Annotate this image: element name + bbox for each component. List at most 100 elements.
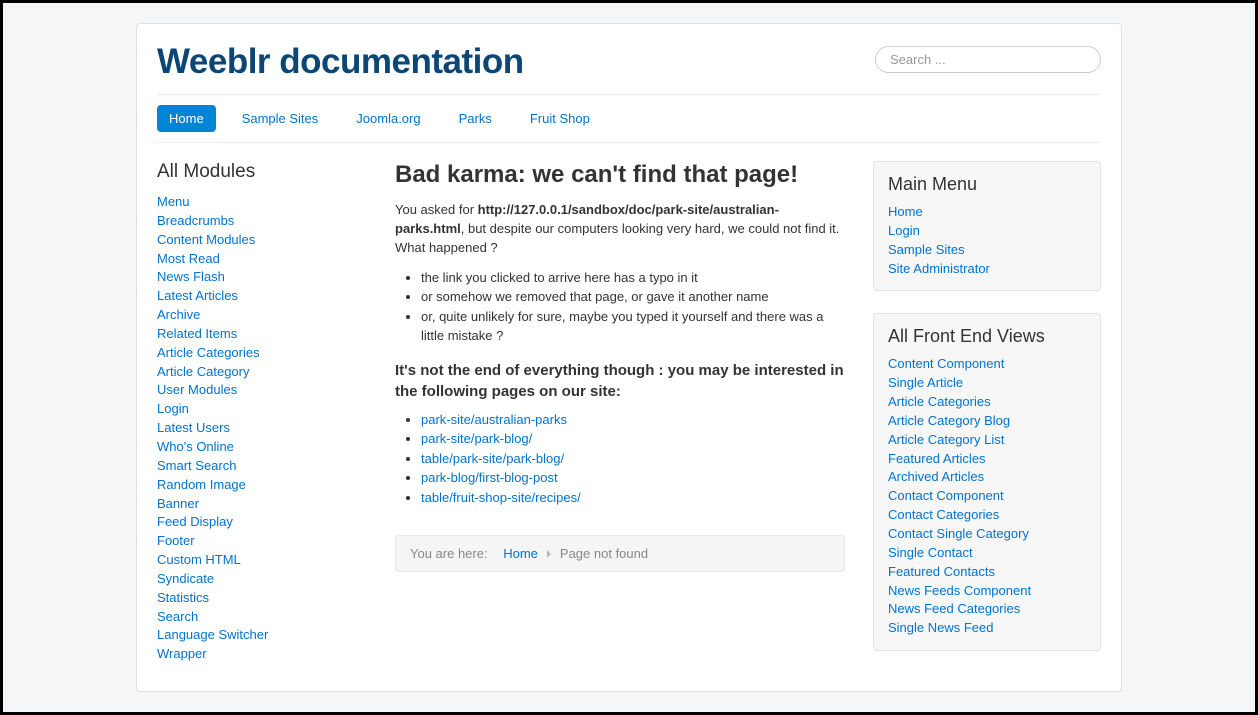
module-link[interactable]: Article Category [157,364,249,379]
reasons-list: the link you clicked to arrive here has … [421,268,845,346]
module-link[interactable]: Custom HTML [157,552,241,567]
list-item: Menu [157,193,367,212]
module-link[interactable]: Random Image [157,477,246,492]
reason-item: or somehow we removed that page, or gave… [421,287,845,307]
list-item: Language Switcher [157,626,367,645]
module-link[interactable]: Content Modules [157,232,255,247]
module-link[interactable]: Wrapper [157,646,207,661]
list-item: park-site/park-blog/ [421,429,845,449]
menu-link[interactable]: Site Administrator [888,261,990,276]
list-item: Sample Sites [888,241,1086,260]
nav-item-parks[interactable]: Parks [447,105,504,132]
module-link[interactable]: Related Items [157,326,237,341]
module-link[interactable]: Most Read [157,251,220,266]
search-box [875,46,1101,73]
module-link[interactable]: Login [157,401,189,416]
all-modules-list: Menu Breadcrumbs Content Modules Most Read N… [157,193,367,664]
suggested-link[interactable]: table/fruit-shop-site/recipes/ [421,490,581,505]
module-link[interactable]: Banner [157,496,199,511]
view-link[interactable]: Single Contact [888,545,973,560]
list-item: Article Category Blog [888,412,1086,431]
list-item: Content Component [888,355,1086,374]
view-link[interactable]: Archived Articles [888,469,984,484]
module-link[interactable]: Statistics [157,590,209,605]
list-item: Content Modules [157,231,367,250]
view-link[interactable]: Single News Feed [888,620,994,635]
module-link[interactable]: Feed Display [157,514,233,529]
nav-item-fruit-shop[interactable]: Fruit Shop [518,105,602,132]
module-link[interactable]: Smart Search [157,458,236,473]
suggested-link[interactable]: park-blog/first-blog-post [421,470,558,485]
view-link[interactable]: Featured Articles [888,451,986,466]
list-item: Article Categories [157,344,367,363]
list-item: table/park-site/park-blog/ [421,449,845,469]
list-item: Wrapper [157,645,367,664]
view-link[interactable]: Contact Component [888,488,1004,503]
chevron-right-icon [547,550,551,558]
module-link[interactable]: Archive [157,307,200,322]
list-item: Single Article [888,374,1086,393]
breadcrumb: You are here: Home Page not found [395,535,845,572]
list-item: Search [157,608,367,627]
list-item: Login [157,400,367,419]
list-item: Latest Articles [157,287,367,306]
module-link[interactable]: User Modules [157,382,237,397]
view-link[interactable]: Article Category Blog [888,413,1010,428]
menu-link[interactable]: Sample Sites [888,242,965,257]
list-item: News Feed Categories [888,600,1086,619]
module-link[interactable]: Language Switcher [157,627,268,642]
module-link[interactable]: News Flash [157,269,225,284]
module-link[interactable]: Breadcrumbs [157,213,234,228]
reason-item: the link you clicked to arrive here has … [421,268,845,288]
list-item: park-blog/first-blog-post [421,468,845,488]
list-item: Breadcrumbs [157,212,367,231]
view-link[interactable]: Contact Single Category [888,526,1029,541]
search-input[interactable] [875,46,1101,73]
page-title: Bad karma: we can't find that page! [395,161,845,189]
module-link[interactable]: Who's Online [157,439,234,454]
reason-item: or, quite unlikely for sure, maybe you t… [421,307,845,346]
view-link[interactable]: Contact Categories [888,507,999,522]
alt-heading: It's not the end of everything though : … [395,360,845,402]
list-item: Who's Online [157,438,367,457]
module-link[interactable]: Syndicate [157,571,214,586]
nav-item-sample-sites[interactable]: Sample Sites [230,105,331,132]
suggested-link[interactable]: park-site/park-blog/ [421,431,532,446]
module-link[interactable]: Latest Users [157,420,230,435]
module-link[interactable]: Latest Articles [157,288,238,303]
list-item: Banner [157,495,367,514]
suggested-link[interactable]: park-site/australian-parks [421,412,567,427]
list-item: Archive [157,306,367,325]
module-link[interactable]: Article Categories [157,345,260,360]
breadcrumb-current: Page not found [560,546,648,561]
list-item: User Modules [157,381,367,400]
view-link[interactable]: Article Category List [888,432,1004,447]
nav-item-joomla-org[interactable]: Joomla.org [344,105,432,132]
view-link[interactable]: Single Article [888,375,963,390]
view-link[interactable]: News Feeds Component [888,583,1031,598]
breadcrumb-home[interactable]: Home [503,546,538,561]
list-item: Home [888,203,1086,222]
list-item: park-site/australian-parks [421,410,845,430]
view-link[interactable]: Featured Contacts [888,564,995,579]
list-item: Featured Contacts [888,563,1086,582]
front-end-views-list: Content Component Single Article Article C… [888,355,1086,638]
view-link[interactable]: News Feed Categories [888,601,1020,616]
error-intro: You asked for http://127.0.0.1/sandbox/d… [395,201,845,258]
main-menu-list: Home Login Sample Sites Site Administrator [888,203,1086,278]
view-link[interactable]: Content Component [888,356,1004,371]
suggested-link[interactable]: table/park-site/park-blog/ [421,451,564,466]
list-item: News Flash [157,268,367,287]
list-item: Single Contact [888,544,1086,563]
view-link[interactable]: Article Categories [888,394,991,409]
module-link[interactable]: Menu [157,194,190,209]
list-item: Contact Single Category [888,525,1086,544]
menu-link[interactable]: Home [888,204,923,219]
nav-item-home[interactable]: Home [157,105,216,132]
module-link[interactable]: Search [157,609,198,624]
module-link[interactable]: Footer [157,533,195,548]
list-item: Syndicate [157,570,367,589]
menu-link[interactable]: Login [888,223,920,238]
list-item: Article Category [157,363,367,382]
list-item: Single News Feed [888,619,1086,638]
